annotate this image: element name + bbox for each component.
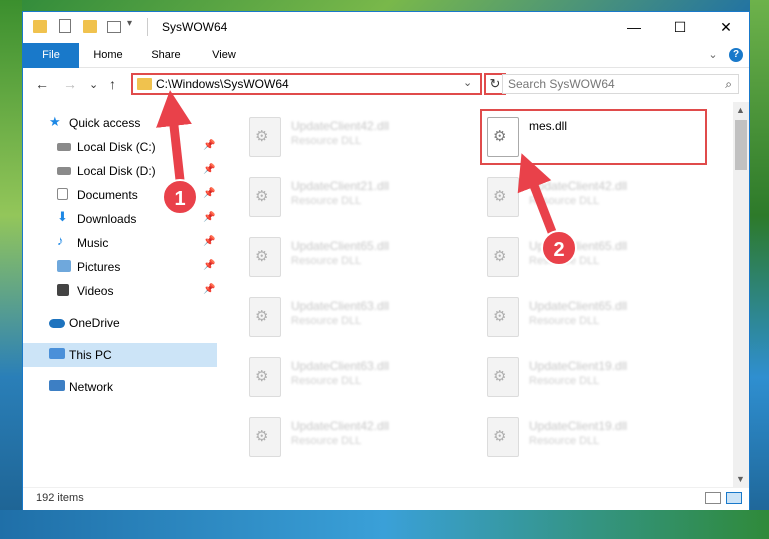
arrow-to-address-bar xyxy=(156,90,192,181)
step-1-badge: 1 xyxy=(162,179,198,215)
annotation-arrows xyxy=(156,90,557,234)
step-2-badge: 2 xyxy=(541,230,577,266)
arrow-to-mes-dll xyxy=(517,153,557,234)
